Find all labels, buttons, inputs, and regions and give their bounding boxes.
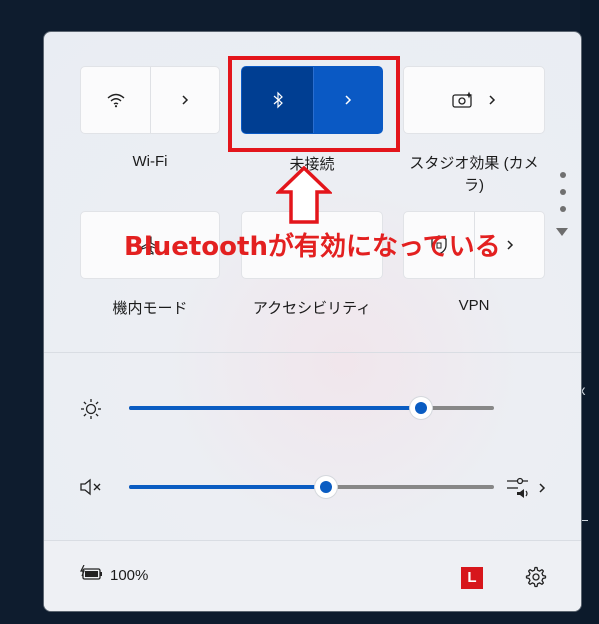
battery-percentage[interactable]: 100%: [110, 567, 148, 584]
battery-charging-icon: [80, 565, 102, 580]
studio-effects-label-line1: スタジオ効果 (カメ: [409, 155, 539, 172]
airplane-mode-label: 機内モード: [112, 300, 188, 317]
speaker-muted-icon: [80, 478, 101, 496]
brightness-icon: [81, 399, 101, 419]
accessibility-label: アクセシビリティ: [252, 300, 372, 317]
volume-thumb[interactable]: [315, 476, 338, 498]
section-divider: [44, 352, 581, 353]
desktop-edge: [580, 0, 599, 624]
studio-effects-button[interactable]: [404, 67, 544, 133]
brightness-thumb[interactable]: [410, 397, 432, 419]
chevron-right-icon: [539, 483, 546, 493]
page-dot[interactable]: [560, 189, 566, 195]
quick-settings-panel: Wi-Fi 未接続 スタジオ効果 (カメ ラ) 機内モード アクセシビリティ V…: [43, 31, 582, 612]
vpn-label: VPN: [458, 297, 490, 314]
chevron-right-icon: [182, 95, 189, 105]
wifi-icon: [107, 93, 124, 108]
studio-effects-icon: [452, 91, 473, 108]
page-dot[interactable]: [560, 206, 566, 212]
page-down-icon[interactable]: [556, 228, 568, 236]
wifi-toggle[interactable]: [81, 67, 150, 133]
page-dot[interactable]: [560, 172, 566, 178]
wifi-expand-button[interactable]: [151, 67, 219, 133]
gear-icon[interactable]: [523, 565, 547, 589]
up-arrow-icon: [276, 166, 332, 224]
wifi-label: Wi-Fi: [132, 153, 168, 170]
chevron-right-icon: [489, 95, 496, 105]
audio-output-button[interactable]: [506, 476, 548, 500]
studio-effects-label-line2: ラ): [464, 177, 484, 194]
tray-badge[interactable]: L: [461, 567, 483, 589]
audio-output-icon: [507, 477, 528, 498]
brightness-fill: [129, 406, 421, 410]
bluetooth-highlight-box: [228, 56, 400, 152]
wifi-tile[interactable]: [80, 66, 220, 134]
volume-fill: [129, 485, 327, 489]
studio-effects-tile[interactable]: [403, 66, 545, 134]
studio-effects-label: スタジオ効果 (カメ ラ): [399, 153, 549, 197]
annotation-text: Bluetoothが有効になっている: [124, 232, 501, 262]
